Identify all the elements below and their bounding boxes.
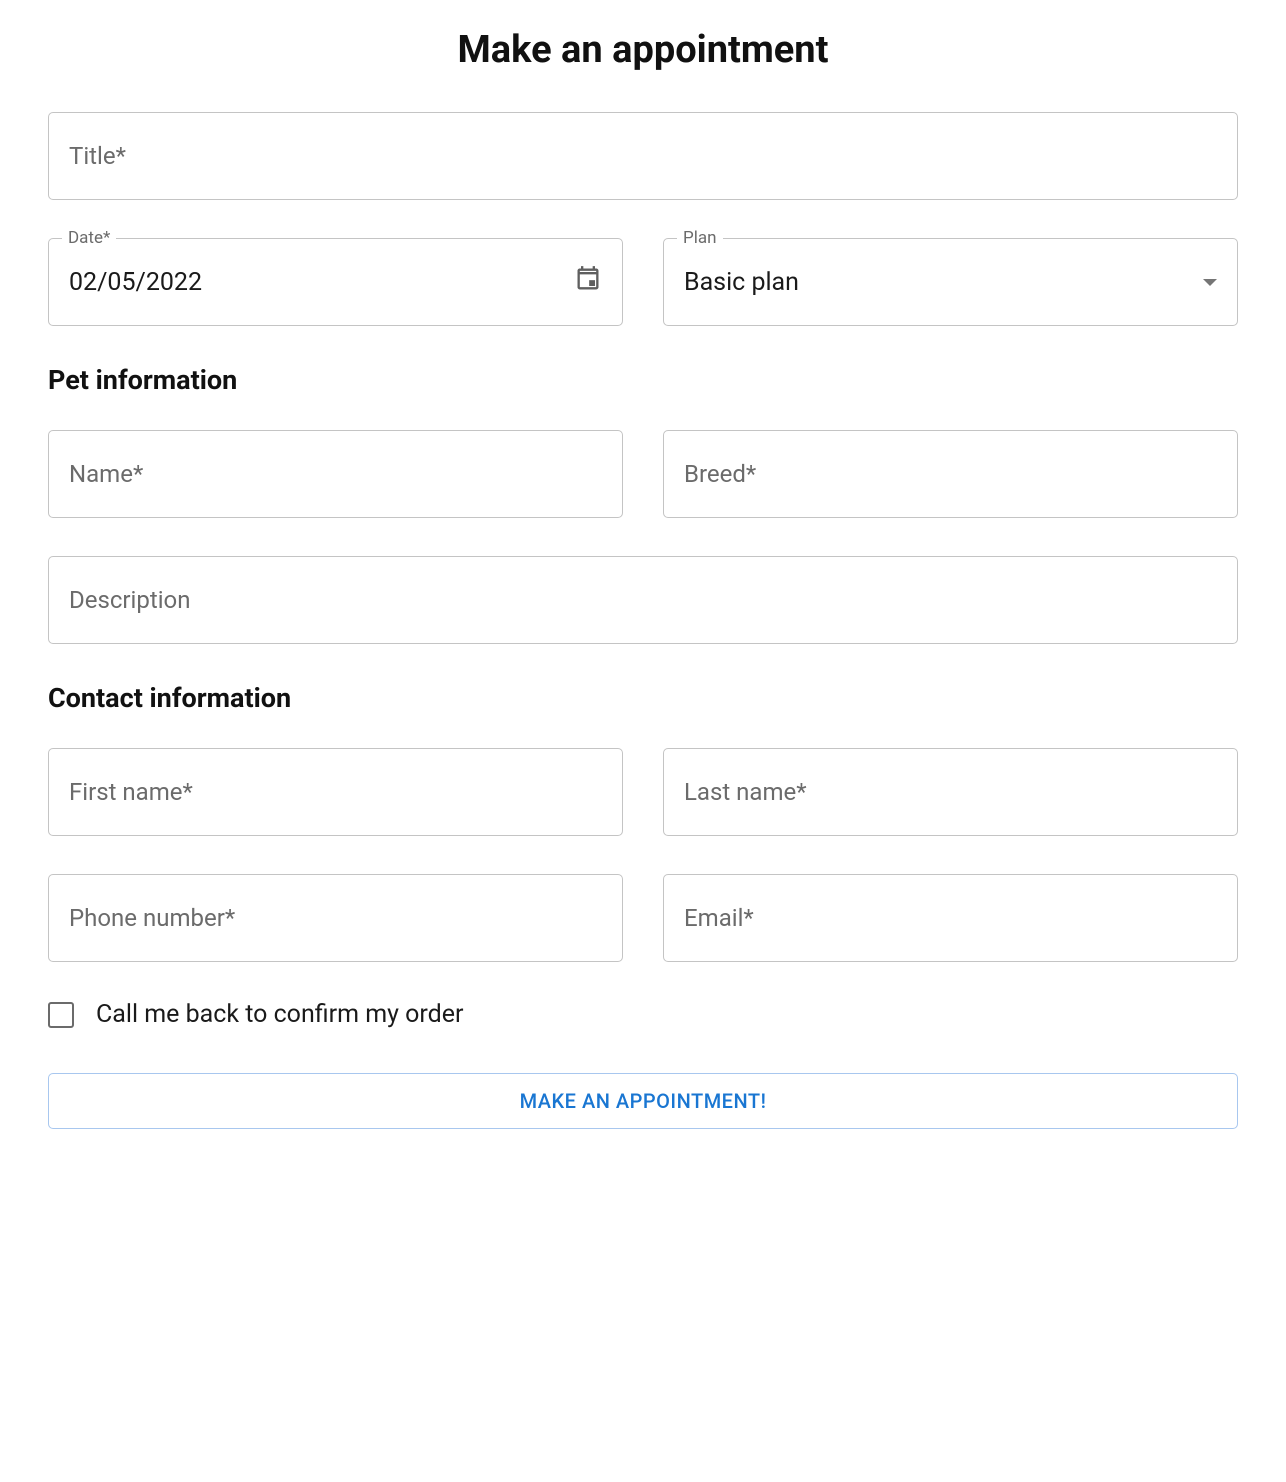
phone-input[interactable] <box>48 874 623 962</box>
title-input[interactable] <box>48 112 1238 200</box>
first-name-field-wrapper <box>48 748 623 836</box>
chevron-down-icon <box>1203 279 1217 286</box>
calendar-icon[interactable] <box>574 265 602 300</box>
plan-value: Basic plan <box>684 268 799 297</box>
pet-section-heading: Pet information <box>48 364 1238 396</box>
date-field-wrapper: Date* 02/05/2022 <box>48 238 623 326</box>
date-label: Date* <box>62 228 116 248</box>
pet-description-input[interactable] <box>48 556 1238 644</box>
date-input[interactable]: 02/05/2022 <box>48 238 623 326</box>
submit-button[interactable]: MAKE AN APPOINTMENT! <box>48 1073 1238 1129</box>
contact-section-heading: Contact information <box>48 682 1238 714</box>
page-title: Make an appointment <box>48 28 1238 72</box>
pet-name-field-wrapper <box>48 430 623 518</box>
pet-breed-input[interactable] <box>663 430 1238 518</box>
last-name-input[interactable] <box>663 748 1238 836</box>
title-field-wrapper <box>48 112 1238 200</box>
plan-field-wrapper: Plan Basic plan <box>663 238 1238 326</box>
callback-checkbox[interactable] <box>48 1002 74 1028</box>
pet-name-input[interactable] <box>48 430 623 518</box>
email-input[interactable] <box>663 874 1238 962</box>
first-name-input[interactable] <box>48 748 623 836</box>
pet-description-field-wrapper <box>48 556 1238 644</box>
date-value: 02/05/2022 <box>69 268 202 297</box>
pet-breed-field-wrapper <box>663 430 1238 518</box>
callback-checkbox-label: Call me back to confirm my order <box>96 1000 463 1029</box>
email-field-wrapper <box>663 874 1238 962</box>
last-name-field-wrapper <box>663 748 1238 836</box>
plan-select[interactable]: Basic plan <box>663 238 1238 326</box>
phone-field-wrapper <box>48 874 623 962</box>
plan-label: Plan <box>677 228 723 248</box>
callback-checkbox-row: Call me back to confirm my order <box>48 1000 1238 1029</box>
